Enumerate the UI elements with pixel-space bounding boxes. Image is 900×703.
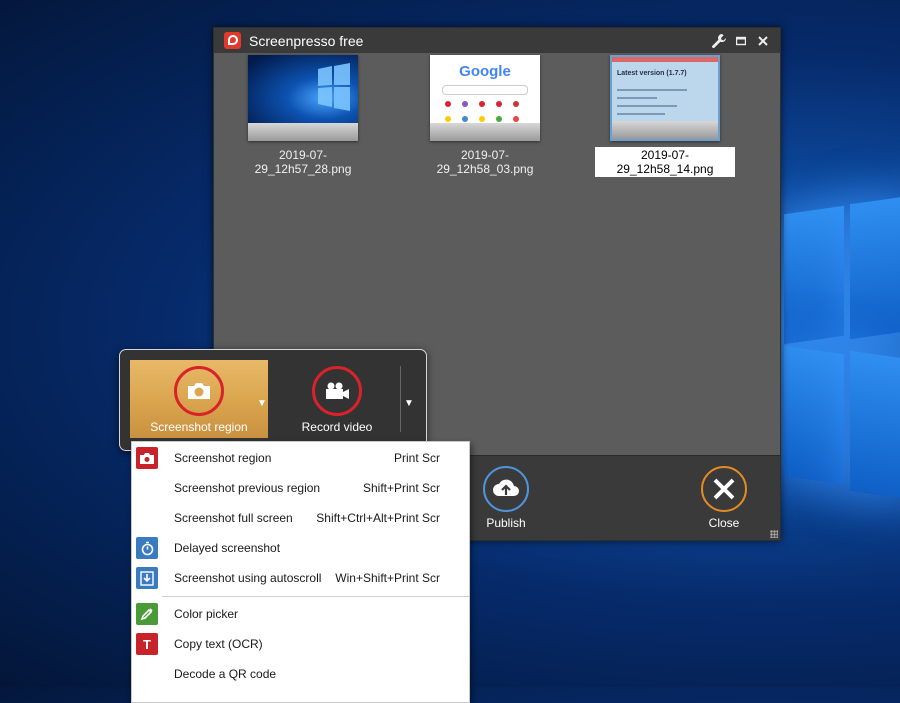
menu-label: Decode a QR code (174, 667, 277, 681)
capture-toolbar: Screenshot region ▼ Record video ▼ (119, 349, 427, 451)
gallery-item[interactable]: Latest version (1.7.7) 2019-07-29_12h58_… (595, 55, 735, 178)
video-camera-icon (312, 366, 362, 416)
menu-shortcut: Shift+Print Scr (362, 481, 440, 495)
menu-label: Screenshot full screen (174, 511, 293, 525)
ocr-icon-glyph: T (143, 636, 151, 652)
menu-shortcut: Win+Shift+Print Scr (335, 571, 440, 585)
screenshot-region-label: Screenshot region (150, 420, 248, 434)
menu-separator (162, 596, 469, 597)
gallery-item[interactable]: 2019-07-29_12h57_28.png (233, 55, 373, 178)
menu-label: Screenshot using autoscroll (174, 571, 322, 585)
resize-grip[interactable] (770, 530, 778, 538)
menu-item-screenshot-previous-region[interactable]: Screenshot previous region Shift+Print S… (132, 473, 469, 503)
thumbnail-filename: 2019-07-29_12h57_28.png (254, 148, 352, 176)
window-title: Screenpresso free (249, 32, 364, 49)
menu-item-decode-qr[interactable]: Decode a QR code (132, 659, 469, 689)
menu-label: Screenshot previous region (174, 481, 321, 495)
screenshot-region-button[interactable]: Screenshot region (130, 360, 268, 438)
thumbnail-windows-desktop (248, 55, 358, 141)
camera-icon (136, 447, 158, 469)
close-icon[interactable] (752, 30, 774, 52)
record-video-button[interactable]: Record video (268, 360, 406, 438)
thumbnail-version-page: Latest version (1.7.7) (610, 55, 720, 141)
close-label: Close (708, 516, 740, 530)
menu-item-screenshot-full-screen[interactable]: Screenshot full screen Shift+Ctrl+Alt+Pr… (132, 503, 469, 533)
menu-item-delayed-screenshot[interactable]: Delayed screenshot (132, 533, 469, 563)
gallery-item[interactable]: Google 2019-07-29_12h58_03.png (415, 55, 555, 178)
menu-shortcut: Print Scr (393, 451, 440, 465)
menu-label: Copy text (OCR) (174, 637, 263, 651)
menu-label: Delayed screenshot (174, 541, 281, 555)
restore-icon[interactable] (730, 30, 752, 52)
close-button[interactable]: Close (684, 466, 764, 530)
ocr-text-icon: T (136, 633, 158, 655)
menu-label: Color picker (174, 607, 239, 621)
record-video-label: Record video (301, 420, 373, 434)
menu-shortcut: Shift+Ctrl+Alt+Print Scr (316, 511, 440, 525)
camera-icon (174, 366, 224, 416)
toolbar-divider (400, 366, 401, 432)
thumbnail-google-page: Google (430, 55, 540, 141)
screenshot-dropdown-arrow-icon[interactable]: ▼ (257, 398, 267, 409)
publish-button[interactable]: Publish (466, 466, 546, 530)
title-bar[interactable]: Screenpresso free (214, 28, 780, 53)
menu-item-copy-text-ocr[interactable]: T Copy text (OCR) (132, 629, 469, 659)
autoscroll-icon (136, 567, 158, 589)
publish-label: Publish (486, 516, 526, 530)
close-x-icon (701, 466, 747, 512)
screenshot-menu: Screenshot region Print Scr Screenshot p… (131, 441, 470, 703)
menu-item-color-picker[interactable]: Color picker (132, 599, 469, 629)
color-picker-icon (136, 603, 158, 625)
google-logo-text: Google (459, 63, 511, 80)
wrench-icon[interactable] (708, 30, 730, 52)
timer-icon (136, 537, 158, 559)
thumbnail-filename: 2019-07-29_12h58_03.png (436, 148, 534, 176)
screenpresso-logo-icon (224, 32, 241, 49)
version-heading-text: Latest version (1.7.7) (617, 70, 687, 77)
cloud-upload-icon (483, 466, 529, 512)
thumbnail-filename-selected[interactable]: 2019-07-29_12h58_14.png (595, 147, 735, 177)
record-dropdown-arrow-icon[interactable]: ▼ (404, 398, 414, 409)
menu-item-screenshot-autoscroll[interactable]: Screenshot using autoscroll Win+Shift+Pr… (132, 563, 469, 593)
menu-label: Screenshot region (174, 451, 272, 465)
desktop-wallpaper-logo (650, 140, 900, 540)
menu-item-screenshot-region[interactable]: Screenshot region Print Scr (132, 443, 469, 473)
